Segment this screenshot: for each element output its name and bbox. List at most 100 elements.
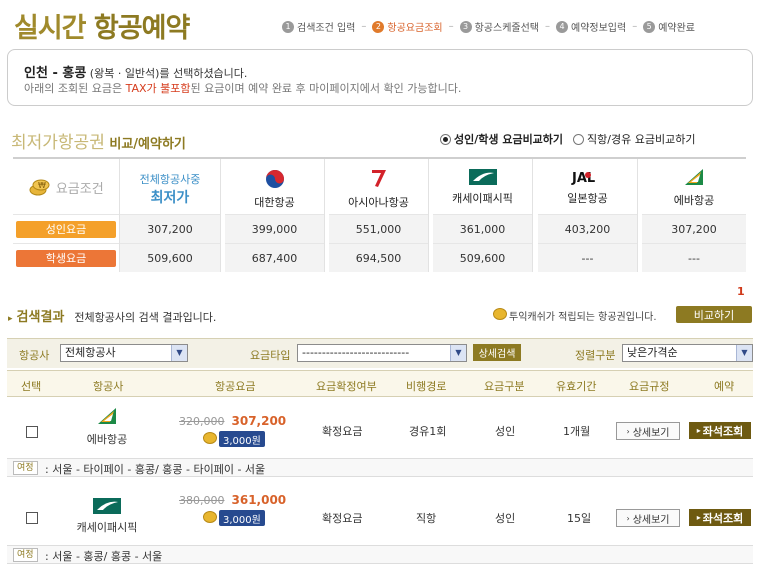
korean-air-logo-icon xyxy=(265,170,284,188)
seat-check-button[interactable]: ▸ 좌석조회 xyxy=(689,509,751,526)
korean-air-student-fare[interactable]: 687,400 xyxy=(225,243,324,272)
step-4: 4 예약정보입력 xyxy=(556,19,626,34)
arrow-right-icon: › xyxy=(626,513,630,523)
detail-view-button[interactable]: › 상세보기 xyxy=(616,422,680,440)
row-fare: 320,000 307,200 xyxy=(179,414,287,428)
arrow-right-icon: ▸ xyxy=(696,513,701,522)
col-airline: 항공사 xyxy=(93,380,124,393)
row-route-type: 경유1회 xyxy=(409,425,447,438)
fare-notice: 아래의 조회된 요금은 TAX가 불포함된 요금이며 예약 완료 후 마이페이지… xyxy=(24,82,462,95)
coins-icon xyxy=(203,510,217,523)
toik-cash-note: 투익캐쉬가 적립되는 항공권입니다. xyxy=(493,308,657,323)
cathay-logo-icon xyxy=(468,169,497,185)
row-fare-class: 성인 xyxy=(495,425,516,438)
step-number-icon: 1 xyxy=(282,20,294,33)
airline-header: JAL 일본항공 xyxy=(567,171,608,205)
korean-air-adult-fare[interactable]: 399,000 xyxy=(225,214,324,243)
step-2: 2 항공요금조회 xyxy=(372,19,443,34)
cathay-adult-fare[interactable]: 361,000 xyxy=(433,214,532,243)
row-validity: 1개월 xyxy=(563,425,591,438)
seat-check-button[interactable]: ▸ 좌석조회 xyxy=(689,422,751,439)
results-title: ▸ 검색결과 전체항공사의 검색 결과입니다. xyxy=(8,310,217,325)
lowest-fare-column[interactable]: 전체항공사중 최저가 307,200 509,600 xyxy=(120,159,221,272)
cathay-student-fare[interactable]: 509,600 xyxy=(433,243,532,272)
airline-header: 아시아나항공 xyxy=(329,159,428,214)
airline-filter-label: 항공사 xyxy=(19,349,50,362)
adult-label-cell: 성인요금 xyxy=(13,214,119,243)
svg-text:₩: ₩ xyxy=(38,181,46,190)
fare-type-select[interactable]: --------------------------- ▼ xyxy=(297,344,467,362)
arrow-right-icon: › xyxy=(626,426,630,436)
compare-button[interactable]: 비교하기 xyxy=(676,306,752,323)
step-5: 5 예약완료 xyxy=(643,19,695,34)
row-select-checkbox[interactable] xyxy=(26,512,38,524)
sort-label: 정렬구분 xyxy=(575,349,616,362)
asiana-adult-fare[interactable]: 551,000 xyxy=(329,214,428,243)
detail-view-button[interactable]: › 상세보기 xyxy=(616,509,680,527)
radio-icon[interactable] xyxy=(573,133,585,145)
airline-header: 대한항공 xyxy=(225,159,324,214)
fare-type-label: 요금타입 xyxy=(250,349,291,362)
progress-steps: 1 검색조건 입력 – 2 항공요금조회 – 3 항공스케줄선택 – 4 예약정보입력 … xyxy=(282,19,695,34)
itinerary-row: 여정: 서울 - 타이페이 - 홍콩/ 홍콩 - 타이페이 - 서울 xyxy=(7,458,753,477)
col-fare: 항공요금 xyxy=(215,380,256,393)
asiana-logo-icon xyxy=(371,170,386,187)
eva-student-fare[interactable]: --- xyxy=(642,243,746,272)
radio-selected-icon[interactable] xyxy=(440,133,451,145)
results-table-header: 선택 항공사 항공요금 요금확정여부 비행경로 요금구분 유효기간 요금규정 예… xyxy=(7,370,753,397)
svg-text:JAL: JAL xyxy=(571,171,595,185)
student-label-cell: 학생요금 xyxy=(13,243,119,272)
eva-logo-icon xyxy=(98,408,116,424)
step-number-icon: 5 xyxy=(643,20,656,33)
airline-select[interactable]: 전체항공사 ▼ xyxy=(60,344,188,362)
chevron-down-icon[interactable]: ▼ xyxy=(736,345,752,361)
row-route-type: 직항 xyxy=(416,512,437,525)
itinerary-row: 여정: 서울 - 홍콩/ 홍콩 - 서울 xyxy=(7,545,753,564)
airline-column-jal[interactable]: JAL 일본항공 403,200 --- xyxy=(538,159,638,272)
asiana-student-fare[interactable]: 694,500 xyxy=(329,243,428,272)
airline-column-eva[interactable]: 에바항공 307,200 --- xyxy=(642,159,746,272)
step-1: 1 검색조건 입력 xyxy=(282,19,355,34)
airline-column-cathay[interactable]: 캐세이패시픽 361,000 509,600 xyxy=(433,159,533,272)
arrow-right-icon: ▸ xyxy=(696,426,701,435)
sort-select[interactable]: 낮은가격순 ▼ xyxy=(622,344,753,362)
jal-logo-icon: JAL xyxy=(571,171,595,185)
page-number[interactable]: 1 xyxy=(737,285,745,298)
lowest-adult-fare[interactable]: 307,200 xyxy=(120,214,220,243)
row-airline: 캐세이패시픽 xyxy=(62,498,152,535)
table-row: 캐세이패시픽 380,000 361,000 3,000원 확정요금 직항 성인… xyxy=(7,486,753,543)
col-validity: 유효기간 xyxy=(556,380,597,393)
mileage-badge: 3,000원 xyxy=(203,510,265,526)
radio-adult-student[interactable]: 성인/학생 요금비교하기 xyxy=(440,131,563,147)
col-reserve: 예약 xyxy=(714,380,735,393)
coins-icon: ₩ xyxy=(28,175,52,200)
bullet-icon: ▸ xyxy=(8,314,13,324)
step-number-icon: 2 xyxy=(372,20,385,33)
jal-adult-fare[interactable]: 403,200 xyxy=(538,214,637,243)
jal-student-fare[interactable]: --- xyxy=(538,243,637,272)
table-row: 에바항공 320,000 307,200 3,000원 확정요금 경유1회 성인… xyxy=(7,398,753,455)
airline-column-asiana[interactable]: 아시아나항공 551,000 694,500 xyxy=(329,159,429,272)
chevron-down-icon[interactable]: ▼ xyxy=(450,345,466,361)
coins-icon xyxy=(493,308,507,320)
itinerary-tag: 여정 xyxy=(13,548,38,562)
compare-section-title: 최저가항공권 비교/예약하기 xyxy=(11,133,186,153)
row-fare-status: 확정요금 xyxy=(322,425,363,438)
airline-column-korean-air[interactable]: 대한항공 399,000 687,400 xyxy=(225,159,325,272)
row-fare-status: 확정요금 xyxy=(322,512,363,525)
col-fare-status: 요금확정여부 xyxy=(316,380,377,393)
page-title: 실시간 항공예약 xyxy=(14,13,190,44)
cathay-logo-icon xyxy=(93,498,121,514)
detail-search-button[interactable]: 상세검색 xyxy=(473,344,521,361)
lowest-student-fare[interactable]: 509,600 xyxy=(120,243,220,272)
radio-direct-transit[interactable]: 직항/경유 요금비교하기 xyxy=(573,131,695,147)
route-summary: 인천 - 홍콩 (왕복 · 일반석)를 선택하셨습니다. xyxy=(24,66,248,81)
coins-icon xyxy=(203,431,217,444)
chevron-down-icon[interactable]: ▼ xyxy=(171,345,187,361)
row-select-checkbox[interactable] xyxy=(26,426,38,438)
fare-condition-header: ₩ 요금조건 xyxy=(13,159,119,214)
eva-adult-fare[interactable]: 307,200 xyxy=(642,214,746,243)
eva-logo-icon xyxy=(685,169,703,185)
step-number-icon: 3 xyxy=(459,20,472,33)
row-airline: 에바항공 xyxy=(62,406,152,447)
